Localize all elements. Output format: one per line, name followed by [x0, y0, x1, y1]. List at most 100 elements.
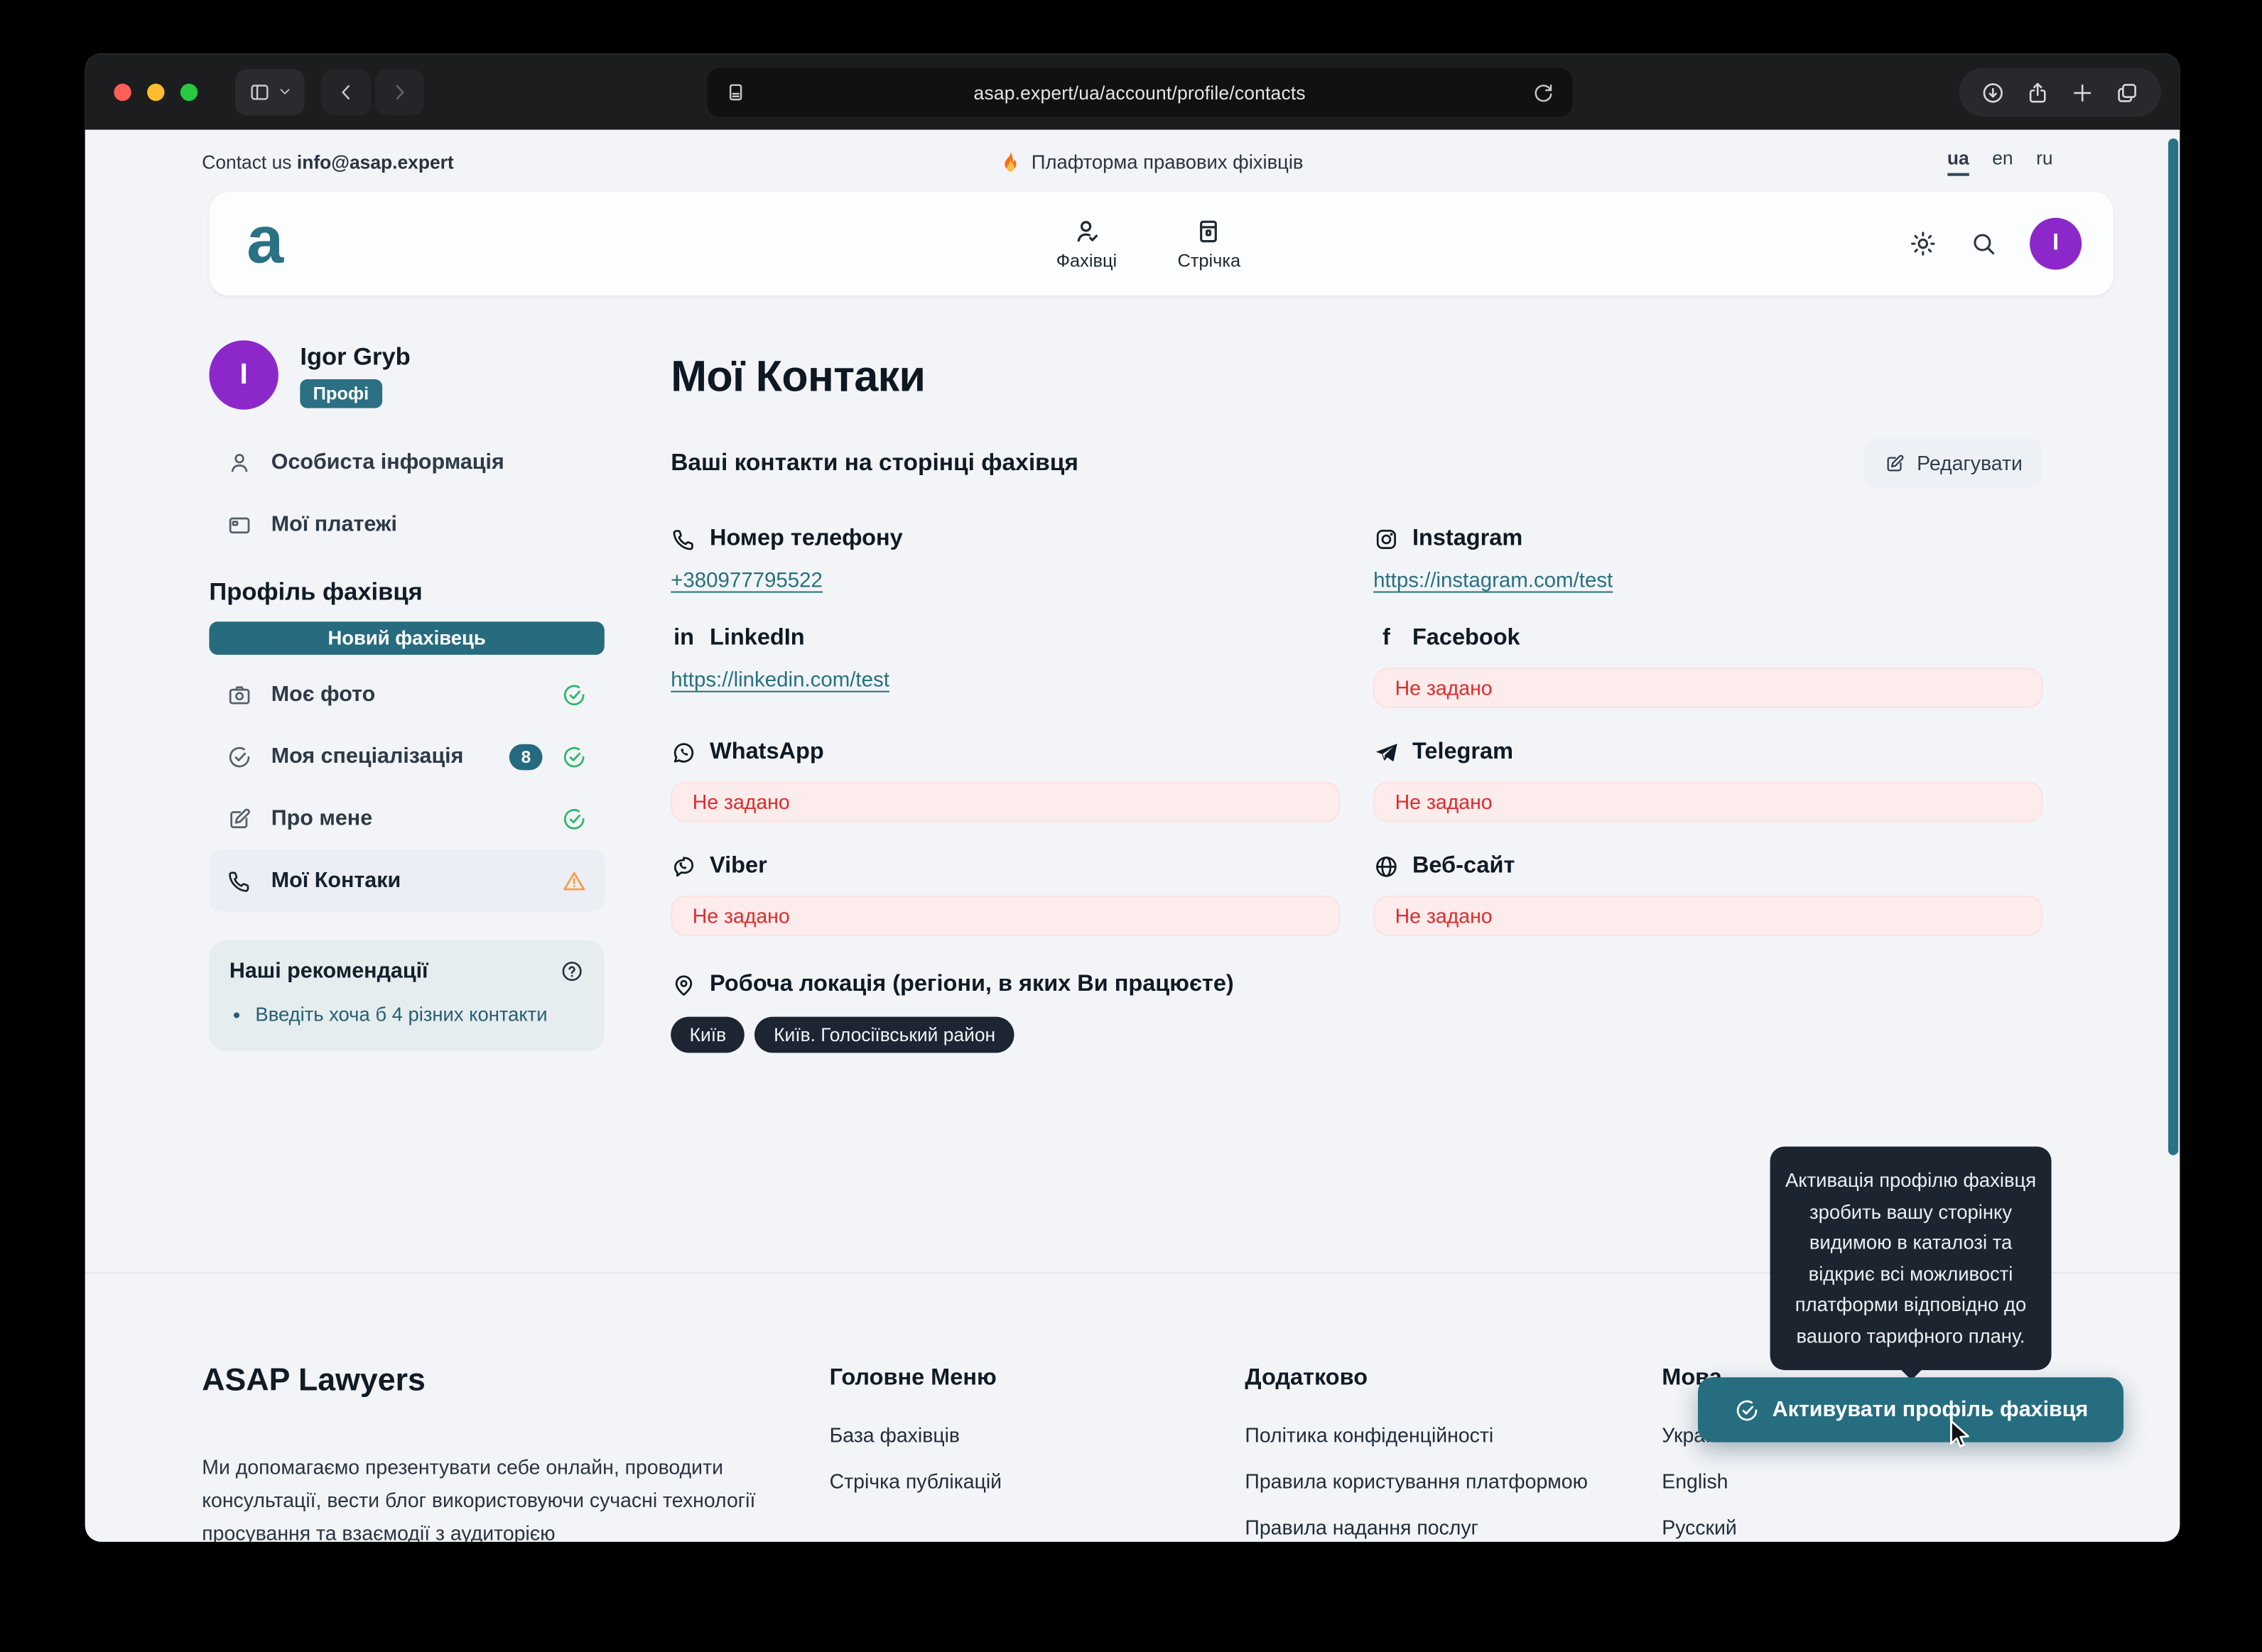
field-empty-value: Не задано	[671, 782, 1340, 822]
check-circle-icon	[561, 805, 588, 832]
zoom-window-button[interactable]	[180, 83, 197, 100]
forward-button[interactable]	[375, 68, 424, 114]
back-button[interactable]	[322, 68, 371, 114]
sidebar-item-Моє фото[interactable]: Моє фото	[209, 663, 604, 725]
footer-column-title: Головне Меню	[830, 1366, 1002, 1392]
search-icon[interactable]	[1969, 229, 1998, 259]
whatsapp-icon	[671, 740, 697, 766]
minimize-window-button[interactable]	[147, 83, 164, 100]
viber-icon	[671, 854, 697, 880]
close-window-button[interactable]	[114, 83, 131, 100]
telegram-icon	[1373, 740, 1400, 766]
user-icon	[227, 450, 253, 476]
contact-field-WhatsApp: WhatsAppНе задано	[671, 737, 1340, 822]
field-empty-value: Не задано	[671, 896, 1340, 936]
tab-overview-icon[interactable]	[2115, 80, 2140, 105]
recommendations-title: Наші рекомендації	[229, 959, 428, 984]
nav-menu: Фахівці Стрічка	[1056, 217, 1240, 271]
account-sidebar: I Igor Gryb Профі Особиста інформаціяМої…	[209, 340, 604, 1051]
sidebar-item-label: Мої Контаки	[271, 868, 401, 893]
theme-toggle-icon[interactable]	[1908, 229, 1937, 259]
instagram-icon	[1373, 526, 1400, 553]
downloads-icon[interactable]	[1981, 80, 2006, 105]
section-subtitle: Ваші контакти на сторінці фахівця	[671, 450, 1078, 477]
sidebar-item-label: Мої платежі	[271, 512, 397, 537]
contact-field-Telegram: TelegramНе задано	[1373, 737, 2042, 822]
url-text: asap.expert/ua/account/profile/contacts	[747, 82, 1532, 103]
nav-item-Стрічка[interactable]: Стрічка	[1177, 217, 1240, 271]
location-tags: Київ Київ. Голосіївський район	[671, 1017, 2042, 1053]
contact-email[interactable]: info@asap.expert	[297, 151, 454, 172]
field-label: Viber	[710, 854, 767, 880]
desktop: asap.expert/ua/account/profile/contacts …	[0, 0, 2262, 1651]
field-label: Номер телефону	[710, 526, 903, 553]
contact-fields-grid: Номер телефону+380977795522Instagramhttp…	[671, 523, 2042, 936]
footer-column-Головне Меню: Головне Меню База фахівців Стрічка публіка…	[830, 1366, 1002, 1516]
lang-ua[interactable]: ua	[1947, 147, 1969, 176]
tagline-text: Плафторма правових фіхівців	[1032, 151, 1304, 172]
facebook-icon: f	[1373, 626, 1400, 652]
share-icon[interactable]	[2025, 80, 2050, 105]
contact-label: Contact us	[202, 151, 291, 172]
sidebar-toggle-button[interactable]	[235, 68, 304, 114]
edit-button[interactable]: Редагувати	[1863, 438, 2042, 487]
footer-link[interactable]: English	[1662, 1469, 1763, 1492]
footer-link[interactable]: Політика конфіденційності	[1245, 1423, 1588, 1446]
footer-link[interactable]: Правила надання послуг	[1245, 1516, 1588, 1538]
page-scrollbar[interactable]	[2168, 138, 2178, 1156]
lang-en[interactable]: en	[1992, 147, 2013, 176]
reload-icon[interactable]	[1532, 81, 1554, 104]
edit-icon	[227, 805, 253, 832]
tooltip-text: Активація профілю фахівця зробить вашу с…	[1785, 1170, 2036, 1347]
sidebar-menu-top: Особиста інформація Мої платежі	[209, 431, 604, 555]
top-strip: Contact us info@asap.expert Плафторма пр…	[85, 130, 2180, 193]
sidebar-item-label: Моє фото	[271, 682, 375, 707]
field-link[interactable]: https://instagram.com/test	[1373, 570, 1613, 592]
chevron-right-icon	[388, 80, 411, 103]
sidebar-item-Моя спеціалізація[interactable]: Моя спеціалізація8	[209, 725, 604, 787]
user-avatar[interactable]: I	[2030, 218, 2082, 270]
location-tag: Київ	[671, 1017, 745, 1053]
work-location-block: Робоча локація (регіони, в яких Ви працю…	[671, 969, 2042, 1053]
phone-icon	[227, 867, 253, 893]
contact-field-Веб-сайт: Веб-сайтНе задано	[1373, 851, 2042, 936]
field-link[interactable]: https://linkedin.com/test	[671, 669, 889, 692]
panel-icon	[247, 80, 270, 103]
location-tag: Київ. Голосіївський район	[755, 1017, 1014, 1053]
field-link[interactable]: +380977795522	[671, 570, 823, 592]
sidebar-item-label: Про мене	[271, 806, 372, 831]
titlebar-actions	[1959, 67, 2161, 116]
footer-link[interactable]: Стрічка публікацій	[830, 1469, 1002, 1492]
globe-icon	[1373, 854, 1400, 880]
footer-link[interactable]: Правила користування платформою	[1245, 1469, 1588, 1492]
sidebar-item-Про мене[interactable]: Про мене	[209, 788, 604, 849]
footer-column-title: Додатково	[1245, 1366, 1588, 1392]
page-settings-icon[interactable]	[724, 81, 747, 104]
count-badge: 8	[509, 744, 542, 770]
page-content: Contact us info@asap.expert Плафторма пр…	[85, 130, 2180, 1542]
contact-field-Facebook: fFacebookНе задано	[1373, 623, 2042, 708]
nav-item-Фахівці[interactable]: Фахівці	[1056, 217, 1117, 271]
location-label: Робоча локація (регіони, в яких Ви працю…	[710, 972, 1234, 999]
main-navbar: a Фахівці Стрічка I	[209, 192, 2113, 295]
field-label: Facebook	[1412, 626, 1520, 652]
pin-icon	[671, 972, 697, 999]
footer-description: Ми допомагаємо презентувати себе онлайн,…	[202, 1451, 779, 1542]
lang-ru[interactable]: ru	[2036, 147, 2052, 176]
sidebar-item-Мої Контаки[interactable]: Мої Контаки	[209, 849, 604, 911]
brand-logo[interactable]: a	[247, 206, 283, 272]
address-bar[interactable]: asap.expert/ua/account/profile/contacts	[707, 67, 1572, 116]
help-icon[interactable]	[560, 959, 585, 984]
contact-field-Viber: Viber Не задано	[671, 851, 1340, 936]
activate-profile-button[interactable]: Активувати профіль фахівця	[1698, 1377, 2123, 1442]
footer-link[interactable]: База фахівців	[830, 1423, 1002, 1446]
camera-icon	[227, 681, 253, 707]
contacts-section: Мої Контаки Ваші контакти на сторінці фа…	[671, 353, 2042, 1053]
sidebar-item-Мої платежі[interactable]: Мої платежі	[209, 493, 604, 555]
card-icon	[227, 511, 253, 538]
sidebar-item-Особиста інформація[interactable]: Особиста інформація	[209, 431, 604, 493]
footer-link[interactable]: Русский	[1662, 1516, 1763, 1538]
new-tab-icon[interactable]	[2070, 80, 2095, 105]
check-circle-icon	[561, 744, 588, 770]
warning-icon	[561, 867, 588, 893]
